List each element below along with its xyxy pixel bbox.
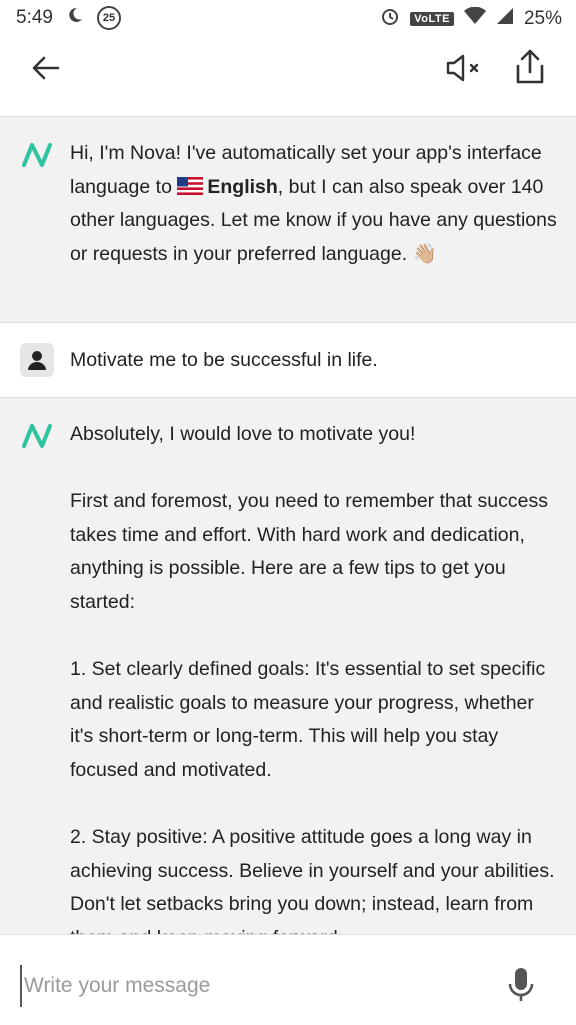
share-icon: [516, 49, 544, 84]
share-button[interactable]: [512, 48, 548, 86]
alarm-icon: [380, 6, 400, 32]
nova-logo-icon: [22, 424, 52, 448]
response-paragraph: 1. Set clearly defined goals: It's essen…: [70, 658, 546, 781]
volte-badge: VoLTE: [410, 12, 454, 26]
message-input[interactable]: [20, 965, 486, 1007]
notification-badge: 25: [96, 6, 121, 30]
wave-hand-icon: 👋🏼: [412, 242, 437, 265]
user-message: Motivate me to be successful in life.: [0, 322, 576, 398]
user-avatar: [20, 343, 54, 377]
response-paragraph: Absolutely, I would love to motivate you…: [70, 423, 416, 445]
person-icon: [28, 351, 46, 370]
battery-level: 25%: [523, 8, 562, 29]
bot-message: Hi, I'm Nova! I've automatically set you…: [0, 117, 576, 322]
back-arrow-icon: [32, 56, 60, 80]
wifi-icon: [463, 6, 486, 31]
app-bar: [0, 34, 576, 117]
message-composer: [0, 934, 576, 1025]
bot-message-text: Hi, I'm Nova! I've automatically set you…: [70, 137, 560, 271]
language-name: English: [207, 175, 278, 198]
user-message-text: Motivate me to be successful in life.: [70, 349, 378, 371]
back-button[interactable]: [28, 50, 64, 86]
signal-icon: [496, 7, 514, 31]
us-flag-icon: [177, 176, 204, 195]
moon-icon: [67, 7, 83, 29]
status-bar: 5:49 25 VoLTE 25%: [0, 0, 576, 34]
nova-logo-icon: [22, 143, 52, 167]
microphone-icon: [508, 968, 534, 1001]
status-time: 5:49: [16, 7, 53, 28]
bot-response-text: Absolutely, I would love to motivate you…: [70, 418, 560, 934]
mute-button[interactable]: [444, 50, 484, 86]
bot-message: Absolutely, I would love to motivate you…: [0, 398, 576, 934]
microphone-button[interactable]: [506, 965, 536, 1005]
response-paragraph: First and foremost, you need to remember…: [70, 490, 548, 613]
response-paragraph: 2. Stay positive: A positive attitude go…: [70, 826, 555, 934]
mute-icon: [446, 54, 479, 82]
